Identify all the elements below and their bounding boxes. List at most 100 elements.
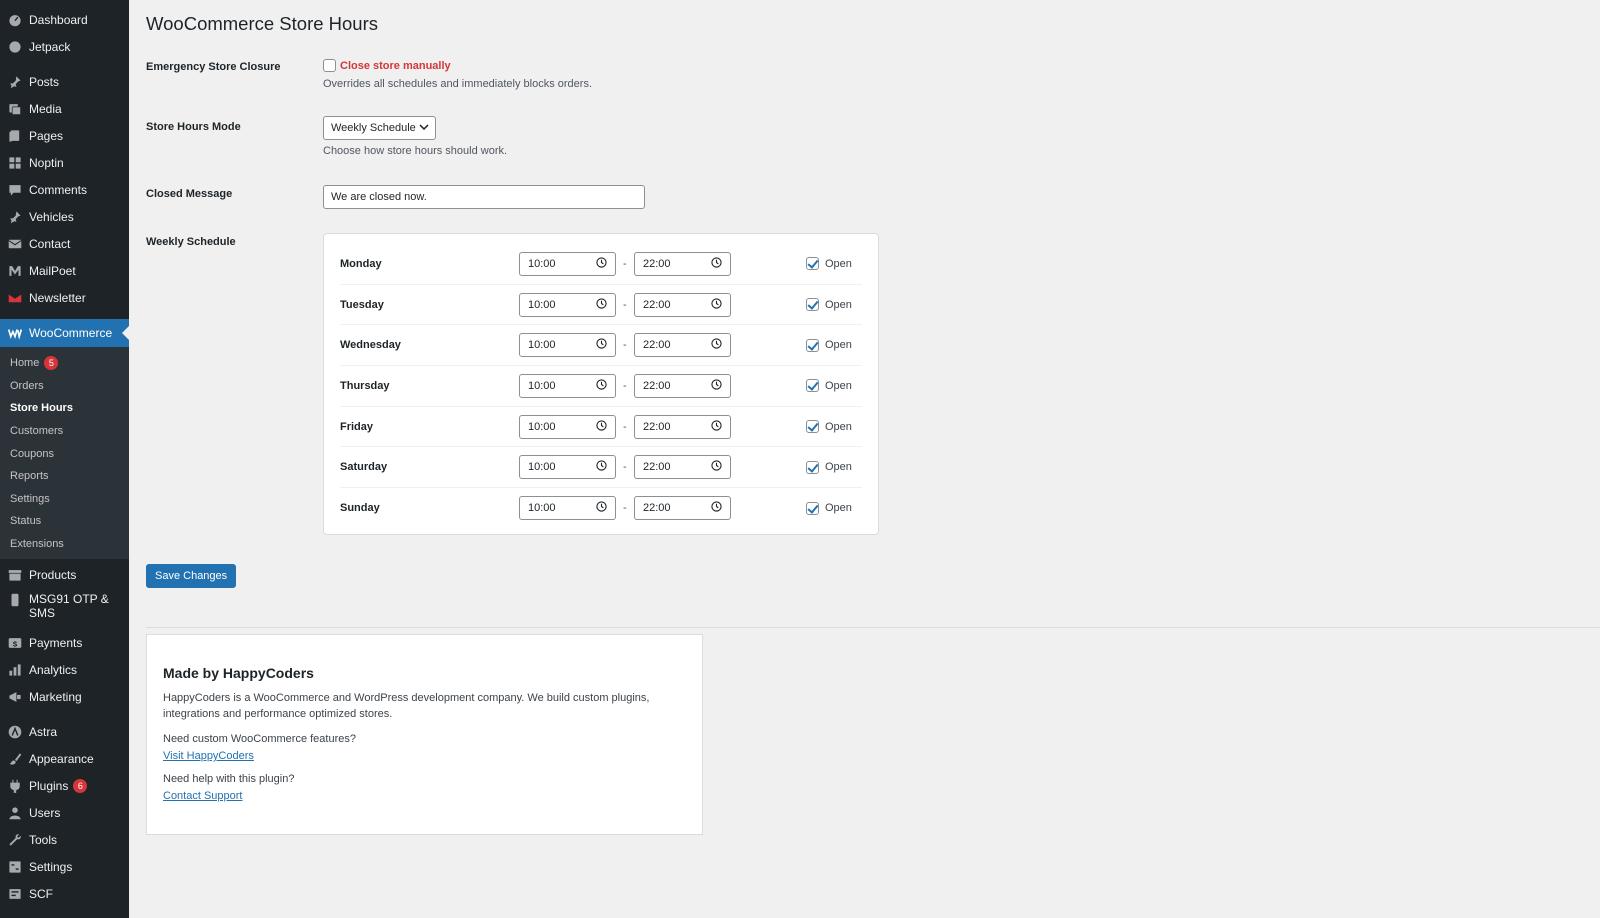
open-checkbox[interactable] — [806, 501, 819, 515]
close-time-input[interactable]: 22:00 — [634, 292, 731, 317]
sidebar-item-label: Dashboard — [29, 12, 88, 27]
sidebar-item-settings[interactable]: Settings — [0, 853, 129, 880]
sidebar-item-vehicles[interactable]: Vehicles — [0, 203, 129, 230]
sidebar-item-contact[interactable]: Contact — [0, 230, 129, 257]
close-time-input[interactable]: 22:00 — [634, 373, 731, 398]
submenu-item-store-hours[interactable]: Store Hours — [0, 397, 129, 420]
comment-icon — [7, 182, 22, 197]
woocommerce-icon — [7, 326, 22, 341]
open-checkbox[interactable] — [806, 298, 819, 312]
schedule-row-friday: Friday 10:00 - 22:00 Open — [340, 407, 862, 448]
submenu-item-label: Status — [10, 515, 42, 528]
open-time-value: 10:00 — [528, 339, 556, 352]
sidebar-item-tools[interactable]: Tools — [0, 826, 129, 853]
sidebar-item-media[interactable]: Media — [0, 95, 129, 122]
schedule-row-tuesday: Tuesday 10:00 - 22:00 Open — [340, 285, 862, 326]
submenu-item-orders[interactable]: Orders — [0, 375, 129, 398]
sidebar-item-mailpoet[interactable]: MailPoet — [0, 257, 129, 284]
pages-icon — [7, 128, 22, 143]
open-time-input[interactable]: 10:00 — [519, 496, 616, 521]
astra-icon — [7, 724, 22, 739]
submenu-item-coupons[interactable]: Coupons — [0, 442, 129, 465]
divider — [146, 627, 1600, 628]
day-label: Saturday — [340, 461, 388, 474]
close-time-value: 22:00 — [643, 461, 671, 474]
admin-sidebar: Dashboard Jetpack Posts Media Pages Noptin Co… — [0, 0, 129, 918]
submenu-item-extensions[interactable]: Extensions — [0, 533, 129, 556]
close-time-input[interactable]: 22:00 — [634, 333, 731, 358]
clock-icon — [596, 338, 607, 352]
sidebar-item-astra[interactable]: Astra — [0, 718, 129, 745]
dollar-icon: $ — [7, 635, 22, 650]
save-changes-button[interactable]: Save Changes — [146, 564, 237, 588]
sidebar-item-scf[interactable]: SCF — [0, 880, 129, 907]
open-checkbox[interactable] — [806, 338, 819, 352]
sidebar-item-plugins[interactable]: Plugins 6 — [0, 772, 129, 799]
open-checkbox[interactable] — [806, 379, 819, 393]
open-time-input[interactable]: 10:00 — [519, 333, 616, 358]
notification-badge: 5 — [44, 356, 59, 371]
sidebar-item-posts[interactable]: Posts — [0, 68, 129, 95]
time-separator: - — [623, 502, 627, 515]
open-label: Open — [825, 379, 852, 392]
sidebar-item-label: Users — [29, 805, 61, 820]
day-label: Thursday — [340, 379, 390, 392]
sidebar-item-dashboard[interactable]: Dashboard — [0, 6, 129, 33]
sidebar-item-jetpack[interactable]: Jetpack — [0, 33, 129, 60]
close-time-input[interactable]: 22:00 — [634, 496, 731, 521]
sidebar-item-products[interactable]: Products — [0, 561, 129, 588]
open-time-input[interactable]: 10:00 — [519, 455, 616, 480]
time-separator: - — [623, 461, 627, 474]
close-store-checkbox[interactable] — [323, 59, 336, 73]
emergency-closure-description: Overrides all schedules and immediately … — [323, 78, 593, 90]
submenu-item-reports[interactable]: Reports — [0, 465, 129, 488]
open-time-value: 10:00 — [528, 502, 556, 515]
sidebar-item-analytics[interactable]: Analytics — [0, 656, 129, 683]
sidebar-item-users[interactable]: Users — [0, 799, 129, 826]
closed-message-input[interactable]: We are closed now. — [323, 185, 645, 209]
open-time-value: 10:00 — [528, 420, 556, 433]
sidebar-item-noptin[interactable]: Noptin — [0, 149, 129, 176]
store-hours-mode-value: Weekly Schedule — [331, 122, 416, 134]
plugin-icon — [7, 778, 22, 793]
sidebar-item-label: MailPoet — [29, 263, 76, 278]
sidebar-item-pages[interactable]: Pages — [0, 122, 129, 149]
sidebar-item-label: Settings — [29, 859, 73, 874]
close-time-input[interactable]: 22:00 — [634, 414, 731, 439]
open-time-input[interactable]: 10:00 — [519, 251, 616, 276]
open-time-input[interactable]: 10:00 — [519, 414, 616, 439]
sidebar-item-label: Noptin — [29, 155, 64, 170]
close-time-input[interactable]: 22:00 — [634, 251, 731, 276]
close-time-input[interactable]: 22:00 — [634, 455, 731, 480]
clock-icon — [596, 379, 607, 393]
submenu-item-customers[interactable]: Customers — [0, 420, 129, 443]
submenu-item-settings[interactable]: Settings — [0, 488, 129, 511]
store-hours-mode-label: Store Hours Mode — [146, 121, 241, 133]
open-checkbox[interactable] — [806, 420, 819, 434]
sidebar-item-newsletter[interactable]: Newsletter — [0, 284, 129, 311]
open-checkbox[interactable] — [806, 460, 819, 474]
sidebar-item-label: Pages — [29, 128, 64, 143]
submenu-item-status[interactable]: Status — [0, 510, 129, 533]
time-separator: - — [623, 379, 627, 392]
sidebar-item-msg91-otp-sms[interactable]: MSG91 OTP & SMS — [0, 588, 129, 629]
sidebar-menu-content: Posts Media Pages Noptin Comments Vehicles Con… — [0, 68, 129, 311]
sidebar-item-payments[interactable]: $ Payments — [0, 629, 129, 656]
store-hours-mode-select[interactable]: Weekly Schedule — [323, 116, 436, 140]
open-checkbox[interactable] — [806, 257, 819, 271]
open-time-input[interactable]: 10:00 — [519, 292, 616, 317]
open-time-input[interactable]: 10:00 — [519, 373, 616, 398]
visit-happycoders-link[interactable]: Visit HappyCoders — [163, 750, 254, 762]
emergency-closure-label: Emergency Store Closure — [146, 61, 281, 73]
contact-support-link[interactable]: Contact Support — [163, 790, 243, 802]
sidebar-item-label: Posts — [29, 74, 60, 89]
megaphone-icon — [7, 689, 22, 704]
sidebar-item-marketing[interactable]: Marketing — [0, 683, 129, 710]
sidebar-item-appearance[interactable]: Appearance — [0, 745, 129, 772]
submenu-item-home[interactable]: Home 5 — [0, 352, 129, 375]
sidebar-item-woocommerce[interactable]: WooCommerce — [0, 319, 129, 347]
sidebar-item-label: MSG91 OTP & SMS — [29, 592, 109, 621]
schedule-row-monday: Monday 10:00 - 22:00 Open — [340, 244, 862, 285]
open-time-value: 10:00 — [528, 298, 556, 311]
sidebar-item-comments[interactable]: Comments — [0, 176, 129, 203]
